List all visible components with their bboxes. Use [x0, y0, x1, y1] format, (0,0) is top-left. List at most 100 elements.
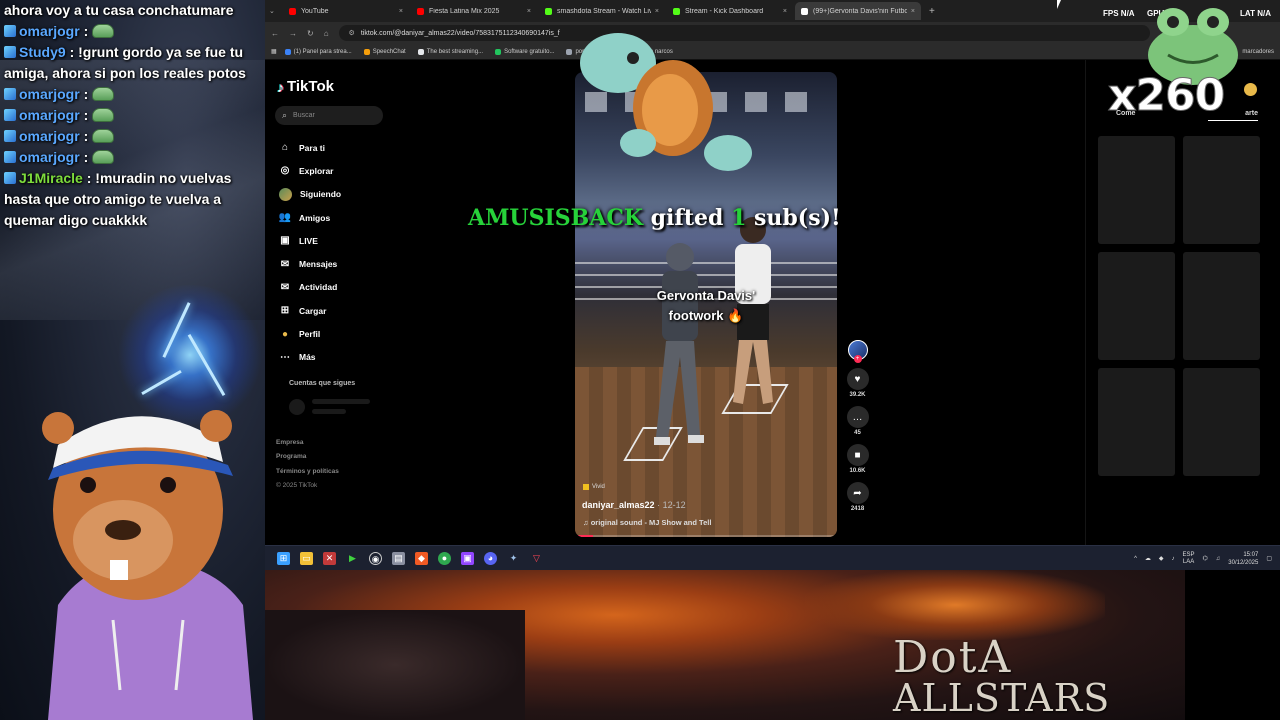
- share-icon[interactable]: ➦: [846, 482, 869, 504]
- bookmark-icon[interactable]: ■: [846, 444, 869, 466]
- home-browser-icon[interactable]: ⌂: [324, 29, 329, 38]
- share-action[interactable]: ➦ 2418: [845, 482, 870, 512]
- fps-value: N/A: [1120, 9, 1135, 18]
- reload-icon[interactable]: ↻: [307, 29, 314, 38]
- chat-username[interactable]: omarjogr: [19, 149, 80, 165]
- chat-username[interactable]: Study9: [19, 44, 66, 60]
- comment-icon[interactable]: …: [846, 406, 869, 428]
- video-thumbnail-placeholder[interactable]: [1098, 136, 1175, 244]
- app-icon-red[interactable]: ✕: [323, 551, 336, 565]
- comment-action[interactable]: … 45: [845, 406, 870, 436]
- chat-message-list: ahora voy a tu casa conchatumare omarjogr…: [0, 0, 265, 231]
- footer-terms-link[interactable]: Términos y políticas: [276, 465, 339, 479]
- bookmark-item[interactable]: SpeechChat: [363, 48, 406, 55]
- creator-avatar-action[interactable]: +: [845, 340, 870, 363]
- video-thumbnail-placeholder[interactable]: [1183, 368, 1260, 476]
- fps-label: FPS: [1103, 9, 1119, 18]
- network-icon[interactable]: ⌬: [1203, 555, 1208, 562]
- sub-badge-icon: [4, 109, 16, 121]
- new-tab-button[interactable]: +: [929, 6, 935, 17]
- sidebar-item-perfil[interactable]: ● Perfil: [279, 322, 341, 345]
- video-thumbnail-placeholder[interactable]: [1183, 136, 1260, 244]
- cloud-icon[interactable]: ☁: [1145, 555, 1151, 562]
- creator-avatar[interactable]: +: [847, 340, 868, 363]
- chat-message: omarjogr :: [0, 21, 265, 42]
- squirtle-sticker: [580, 33, 752, 171]
- monitor-icon[interactable]: ▤: [392, 551, 405, 565]
- tab-close-icon[interactable]: ×: [783, 8, 787, 15]
- tiktok-logo[interactable]: ♪ TikTok: [277, 78, 334, 95]
- sidebar-item-live[interactable]: ▣ LIVE: [279, 229, 341, 252]
- author-username[interactable]: daniyar_almas22: [582, 500, 655, 510]
- sound-link[interactable]: ♫ original sound - MJ Show and Tell: [583, 518, 711, 527]
- sidebar-item-amigos[interactable]: 👥 Amigos: [279, 206, 341, 229]
- bookmark-item[interactable]: The best streaming...: [417, 48, 483, 55]
- bookmark-item[interactable]: Software gratuito...: [495, 48, 554, 55]
- twitch-icon[interactable]: ▣: [461, 551, 474, 565]
- sidebar-item-cargar[interactable]: ⊞ Cargar: [279, 299, 341, 322]
- sidebar-item-siguiendo[interactable]: Siguiendo: [279, 183, 341, 206]
- shield-icon[interactable]: ◆: [1159, 555, 1164, 562]
- mic-icon[interactable]: ♪: [1172, 556, 1175, 562]
- sidebar-item-actividad[interactable]: ✉ Actividad: [279, 276, 341, 299]
- volume-icon[interactable]: ♫: [1216, 556, 1221, 562]
- chat-username[interactable]: omarjogr: [19, 23, 80, 39]
- tab-close-icon[interactable]: ×: [655, 8, 659, 15]
- tray-chevron-icon[interactable]: ^: [1134, 556, 1137, 562]
- chat-username[interactable]: omarjogr: [19, 107, 80, 123]
- video-thumbnail-placeholder[interactable]: [1183, 252, 1260, 360]
- lang-bottom: LAA: [1182, 558, 1195, 565]
- heart-icon[interactable]: ♥: [846, 368, 869, 390]
- brave-icon[interactable]: ◆: [415, 551, 428, 565]
- emote-icon: [92, 129, 115, 143]
- search-input[interactable]: ⌕ Buscar: [275, 106, 383, 125]
- browser-tab[interactable]: YouTube ×: [283, 2, 409, 20]
- language-indicator[interactable]: ESP LAA: [1183, 552, 1195, 566]
- sub-badge-icon: [4, 172, 16, 184]
- footer-program-link[interactable]: Programa: [276, 450, 339, 464]
- sidebar-item-para-ti[interactable]: ⌂ Para ti: [279, 136, 341, 159]
- video-progress-bar[interactable]: [575, 535, 837, 537]
- save-action[interactable]: ■ 10.6K: [845, 444, 870, 474]
- forward-icon[interactable]: →: [289, 29, 297, 38]
- like-action[interactable]: ♥ 39.2K: [845, 368, 870, 398]
- browser-tab[interactable]: (99+)Gervonta Davis'nin Futbol ×: [795, 2, 921, 20]
- tab-close-icon[interactable]: ×: [399, 8, 403, 15]
- windows-start-icon[interactable]: ⊞: [277, 551, 290, 565]
- video-author[interactable]: daniyar_almas22 · 12-12: [582, 500, 686, 510]
- fps-readout: FPS N/A: [1103, 9, 1135, 18]
- chat-username[interactable]: omarjogr: [19, 86, 80, 102]
- tab-favicon-icon: [673, 7, 680, 15]
- steam-icon[interactable]: ✦: [507, 552, 520, 565]
- all-bookmarks-link[interactable]: marcadores: [1242, 49, 1274, 55]
- sidebar-item-mensajes[interactable]: ✉ Mensajes: [279, 252, 341, 275]
- sidebar-item-más[interactable]: ⋯ Más: [279, 346, 341, 369]
- tab-search-icon[interactable]: ⌄: [269, 7, 283, 15]
- tab-close-icon[interactable]: ×: [527, 8, 531, 15]
- video-thumbnail-placeholder[interactable]: [1098, 252, 1175, 360]
- bookmark-item[interactable]: (1) Panel para strea...: [284, 48, 352, 55]
- clock[interactable]: 15:07 30/12/2025: [1228, 551, 1258, 567]
- apps-icon[interactable]: ▦: [271, 48, 277, 55]
- chat-username[interactable]: omarjogr: [19, 128, 80, 144]
- skeleton-avatar: [289, 399, 305, 415]
- video-thumbnail-placeholder[interactable]: [1098, 368, 1175, 476]
- discord-icon[interactable]: ◕: [484, 551, 497, 565]
- sidebar-item-explorar[interactable]: ◎ Explorar: [279, 159, 341, 182]
- follow-plus-icon[interactable]: +: [853, 355, 862, 363]
- black-border: [1185, 570, 1280, 720]
- back-icon[interactable]: ←: [271, 29, 279, 38]
- footer-company-link[interactable]: Empresa: [276, 436, 339, 450]
- notification-icon[interactable]: ▢: [1266, 555, 1272, 562]
- browser-tab[interactable]: Fiesta Latina Mix 2025 ×: [411, 2, 537, 20]
- site-info-icon[interactable]: ⚙: [349, 29, 355, 37]
- play-icon[interactable]: ▶: [346, 552, 359, 565]
- file-explorer-icon[interactable]: ▭: [300, 551, 313, 565]
- tab-close-icon[interactable]: ×: [911, 8, 915, 15]
- effect-label[interactable]: Vivid: [583, 484, 605, 490]
- emoji-icon[interactable]: [1244, 83, 1257, 96]
- valorant-icon[interactable]: ▽: [530, 552, 543, 565]
- chat-username[interactable]: J1Miracle: [19, 170, 83, 186]
- chrome-icon[interactable]: ●: [438, 551, 451, 565]
- obs-icon[interactable]: ◉: [369, 551, 382, 565]
